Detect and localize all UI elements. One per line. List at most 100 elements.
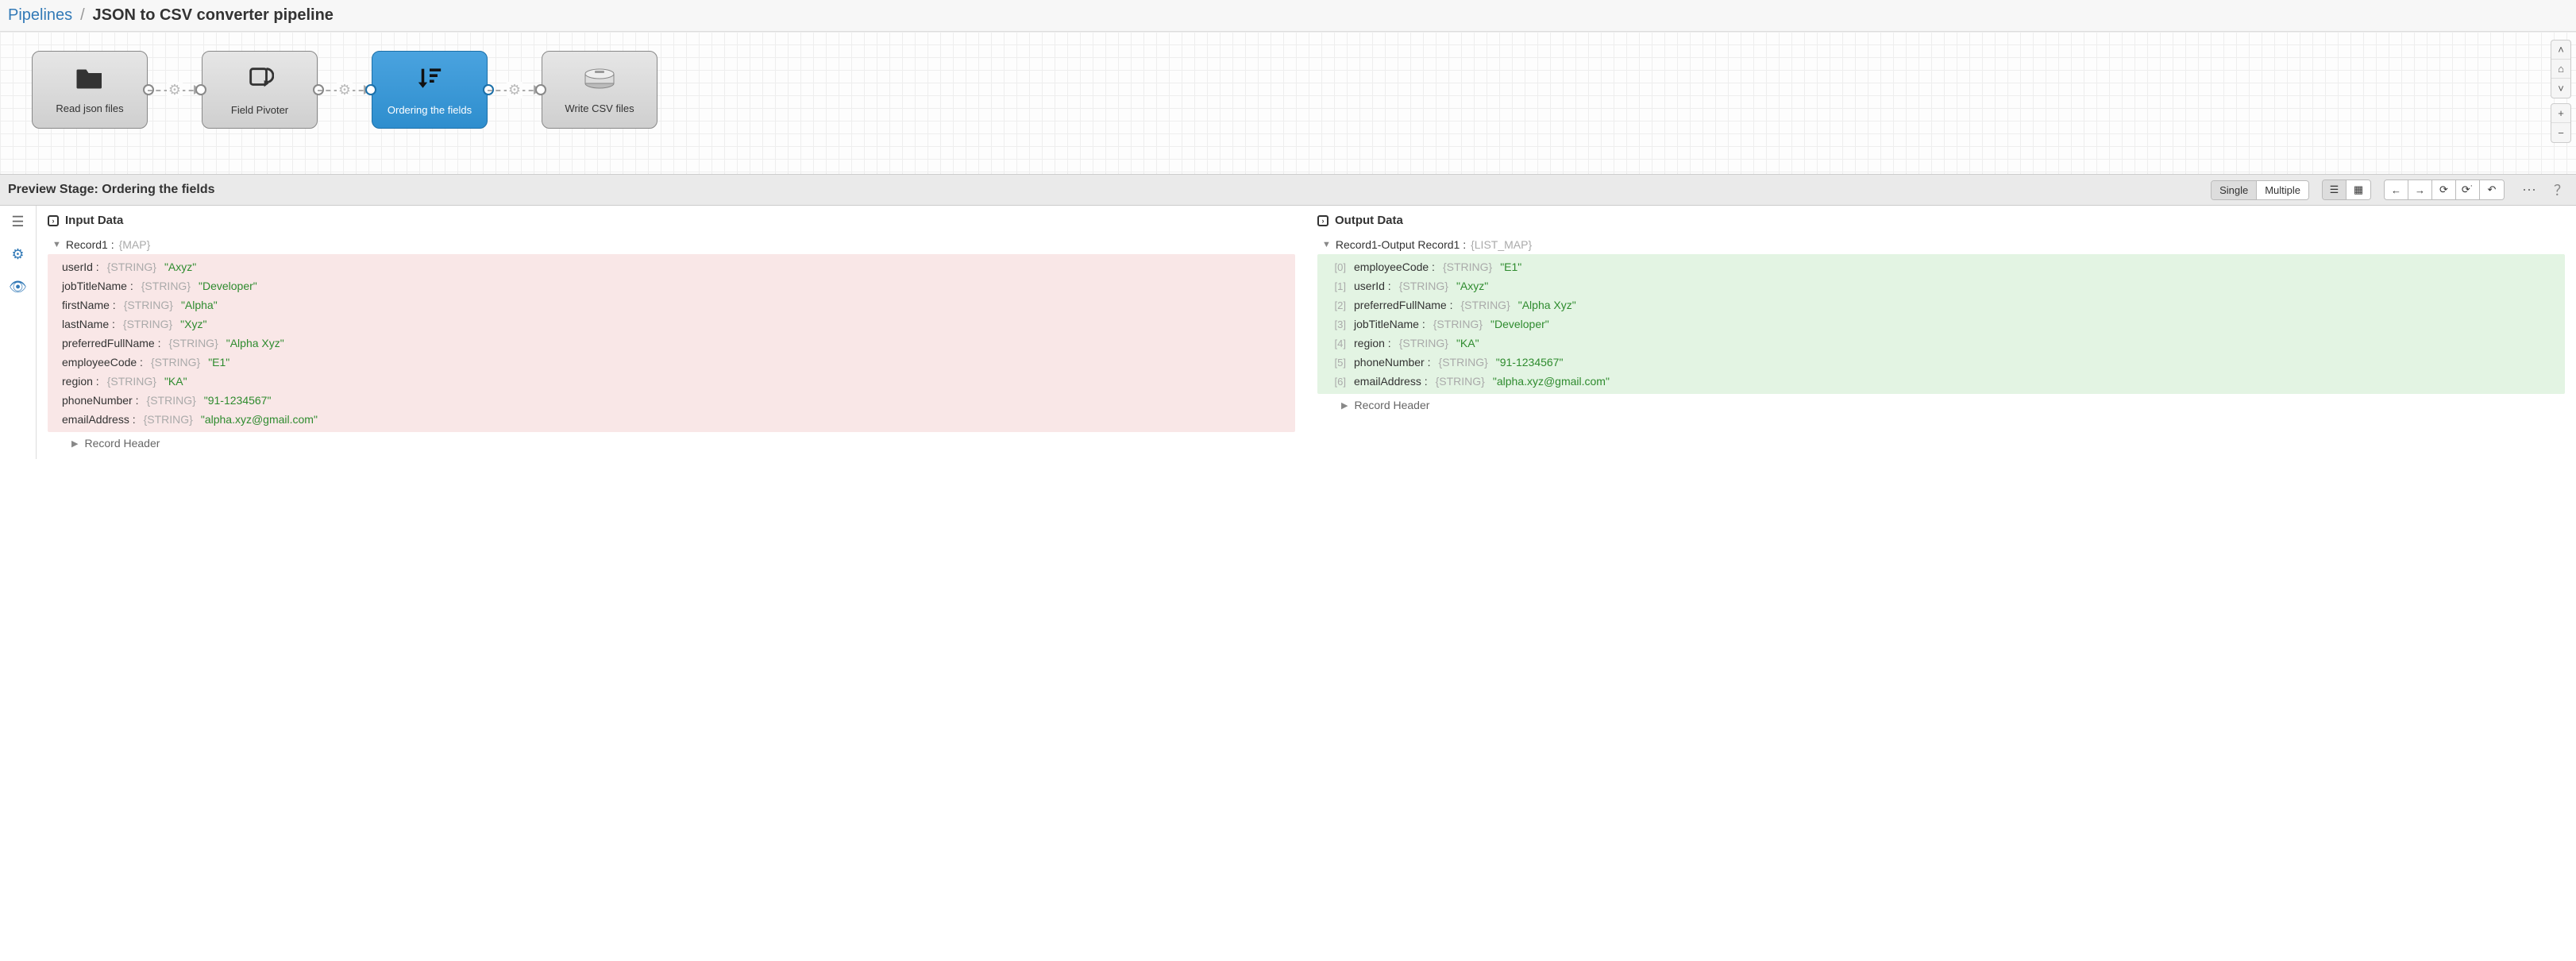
zoom-out-button[interactable]: − <box>2551 123 2570 142</box>
input-field-row[interactable]: preferredFullName :{STRING}"Alpha Xyz" <box>48 334 1295 353</box>
field-type: {STRING} <box>124 299 173 311</box>
canvas-home-icon[interactable]: ⌂ <box>2551 60 2570 79</box>
field-index: [2] <box>1328 299 1346 311</box>
stage-node[interactable]: Read json files <box>32 51 148 129</box>
input-record-header-label: Record Header <box>84 437 160 450</box>
breadcrumb-separator: / <box>80 6 85 24</box>
gear-icon[interactable]: ⚙ <box>11 246 24 263</box>
field-index: [0] <box>1328 261 1346 273</box>
stage-node[interactable]: Write CSV files <box>542 51 657 129</box>
field-key: preferredFullName : <box>62 337 161 349</box>
output-field-row[interactable]: [1]userId :{STRING}"Axyz" <box>1317 276 2565 295</box>
input-arrow-icon: › <box>48 215 59 226</box>
output-field-row[interactable]: [3]jobTitleName :{STRING}"Developer" <box>1317 315 2565 334</box>
output-record-type: {LIST_MAP} <box>1471 238 1532 251</box>
field-key: region : <box>62 375 99 388</box>
zoom-in-button[interactable]: + <box>2551 104 2570 123</box>
stage-icon <box>245 64 274 98</box>
field-type: {STRING} <box>1399 337 1448 349</box>
output-record-header[interactable]: ▶ Record Header <box>1317 394 2565 413</box>
field-key: jobTitleName : <box>1354 318 1425 330</box>
field-key: firstName : <box>62 299 116 311</box>
field-index: [1] <box>1328 280 1346 292</box>
eye-icon[interactable]: 👁 <box>9 279 27 295</box>
preview-nav-group: ← → ⟳ ⟳˙ ↶ <box>2384 179 2505 200</box>
more-actions-icon[interactable]: ⋯ <box>2517 182 2541 199</box>
stage-label: Write CSV files <box>565 102 634 114</box>
field-key: employeeCode : <box>1354 261 1435 273</box>
field-value: "Axyz" <box>1456 280 1488 292</box>
field-type: {STRING} <box>1439 356 1488 369</box>
stage-connector: ⚙ <box>318 89 372 91</box>
field-value: "91-1234567" <box>1496 356 1564 369</box>
canvas-up-icon[interactable]: ˄ <box>2551 41 2570 60</box>
field-value: "Alpha Xyz" <box>1518 299 1576 311</box>
input-record-header[interactable]: ▶ Record Header <box>48 432 1295 451</box>
field-value: "KA" <box>1456 337 1479 349</box>
field-key: userId : <box>1354 280 1391 292</box>
refresh-icon[interactable]: ⟳ <box>2432 180 2456 199</box>
output-record-header-label: Record Header <box>1354 399 1429 411</box>
output-record-line[interactable]: ▼ Record1-Output Record1 : {LIST_MAP} <box>1317 235 2565 254</box>
next-record-icon[interactable]: → <box>2408 180 2432 199</box>
field-value: "Developer" <box>199 280 257 292</box>
field-type: {STRING} <box>169 337 218 349</box>
input-field-row[interactable]: lastName :{STRING}"Xyz" <box>48 315 1295 334</box>
input-field-row[interactable]: firstName :{STRING}"Alpha" <box>48 295 1295 315</box>
input-port[interactable] <box>535 84 546 95</box>
output-field-row[interactable]: [4]region :{STRING}"KA" <box>1317 334 2565 353</box>
list-icon[interactable]: ☰ <box>11 214 24 230</box>
refresh-settings-icon[interactable]: ⟳˙ <box>2456 180 2480 199</box>
field-type: {STRING} <box>1443 261 1492 273</box>
input-field-row[interactable]: emailAddress :{STRING}"alpha.xyz@gmail.c… <box>48 410 1295 429</box>
stage-label: Ordering the fields <box>388 104 472 116</box>
output-field-row[interactable]: [5]phoneNumber :{STRING}"91-1234567" <box>1317 353 2565 372</box>
expand-icon[interactable]: ▶ <box>1341 400 1348 411</box>
stage-label: Field Pivoter <box>231 104 288 116</box>
input-field-row[interactable]: userId :{STRING}"Axyz" <box>48 257 1295 276</box>
input-record-name: Record1 : <box>66 238 114 251</box>
input-record-line[interactable]: ▼ Record1 : {MAP} <box>48 235 1295 254</box>
input-field-row[interactable]: jobTitleName :{STRING}"Developer" <box>48 276 1295 295</box>
expand-icon[interactable]: ▶ <box>71 438 78 449</box>
input-port[interactable] <box>195 84 206 95</box>
canvas-down-icon[interactable]: ˅ <box>2551 79 2570 98</box>
output-field-row[interactable]: [0]employeeCode :{STRING}"E1" <box>1317 257 2565 276</box>
stage-node[interactable]: Field Pivoter <box>202 51 318 129</box>
input-port[interactable] <box>365 84 376 95</box>
breadcrumb-root-link[interactable]: Pipelines <box>8 6 72 24</box>
output-field-row[interactable]: [2]preferredFullName :{STRING}"Alpha Xyz… <box>1317 295 2565 315</box>
field-type: {STRING} <box>141 280 191 292</box>
field-value: "alpha.xyz@gmail.com" <box>1493 375 1610 388</box>
field-index: [3] <box>1328 318 1346 330</box>
input-field-row[interactable]: phoneNumber :{STRING}"91-1234567" <box>48 391 1295 410</box>
field-key: userId : <box>62 261 99 273</box>
preview-data-area: ☰ ⚙ 👁 › Input Data ▼ Record1 : {MAP} use… <box>0 206 2576 459</box>
field-key: phoneNumber : <box>1354 356 1431 369</box>
stage-icon <box>415 64 444 98</box>
preview-stage-label: Preview Stage: Ordering the fields <box>8 183 215 197</box>
connector-gear-icon: ⚙ <box>507 82 523 98</box>
field-type: {STRING} <box>147 394 196 407</box>
prev-record-icon[interactable]: ← <box>2385 180 2408 199</box>
preview-mode-single[interactable]: Single <box>2212 181 2257 199</box>
help-icon[interactable]: ？ <box>2554 179 2568 200</box>
field-type: {STRING} <box>107 375 156 388</box>
preview-view-toggle: ☰ ▦ <box>2322 179 2371 200</box>
list-view-icon[interactable]: ☰ <box>2323 180 2347 199</box>
field-key: emailAddress : <box>1354 375 1428 388</box>
collapse-icon[interactable]: ▼ <box>1322 240 1331 249</box>
stage-icon <box>75 66 104 96</box>
input-field-row[interactable]: employeeCode :{STRING}"E1" <box>48 353 1295 372</box>
field-type: {STRING} <box>144 413 193 426</box>
pipeline-canvas[interactable]: Read json files ⚙ Field Pivoter ⚙ Ordering t… <box>0 32 2576 175</box>
undo-icon[interactable]: ↶ <box>2480 180 2504 199</box>
field-value: "91-1234567" <box>204 394 272 407</box>
input-field-row[interactable]: region :{STRING}"KA" <box>48 372 1295 391</box>
collapse-icon[interactable]: ▼ <box>52 240 61 249</box>
field-type: {STRING} <box>1433 318 1483 330</box>
preview-mode-multiple[interactable]: Multiple <box>2257 181 2308 199</box>
output-field-row[interactable]: [6]emailAddress :{STRING}"alpha.xyz@gmai… <box>1317 372 2565 391</box>
stage-node[interactable]: Ordering the fields <box>372 51 488 129</box>
table-view-icon[interactable]: ▦ <box>2347 180 2370 199</box>
